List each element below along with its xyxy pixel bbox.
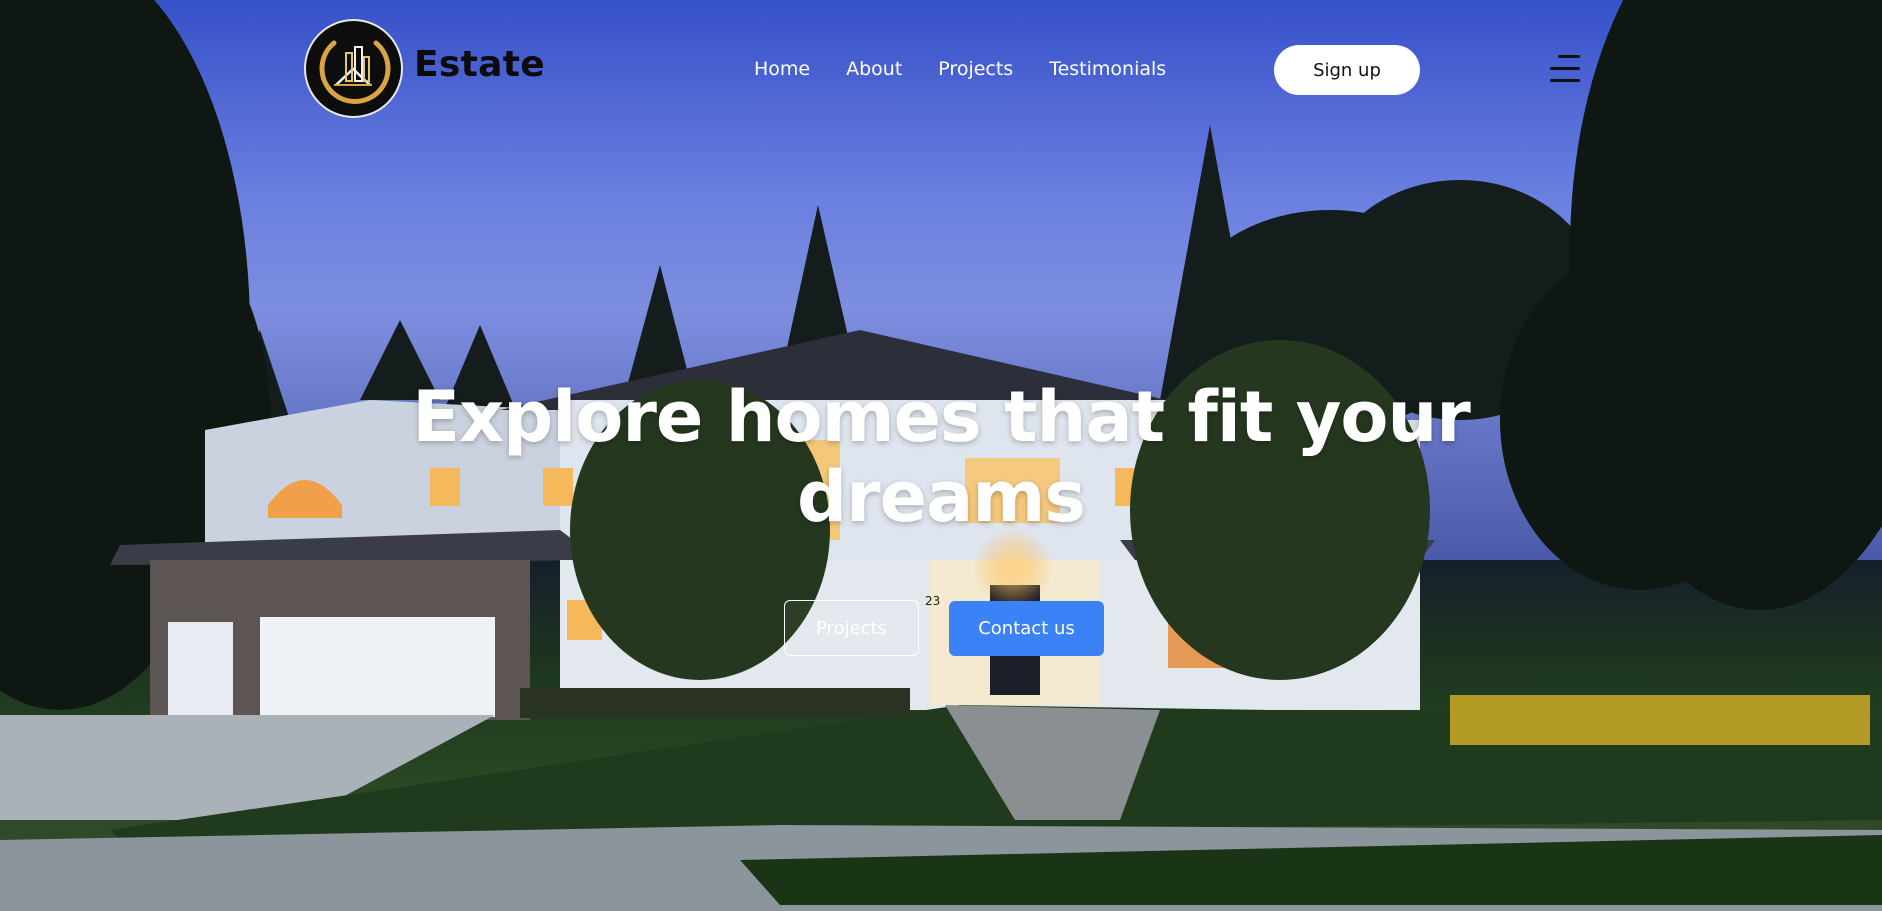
contact-us-button[interactable]: Contact us: [949, 601, 1104, 656]
sign-up-button[interactable]: Sign up: [1274, 45, 1420, 95]
nav-link-testimonials[interactable]: Testimonials: [1049, 58, 1166, 80]
hamburger-menu-icon[interactable]: [1550, 55, 1580, 83]
hero-headline-line-1: Explore homes that fit your: [412, 376, 1471, 458]
brand-name: Estate: [414, 44, 545, 85]
house-number: 23: [925, 594, 940, 608]
nav-link-about[interactable]: About: [846, 58, 902, 80]
nav-link-projects[interactable]: Projects: [938, 58, 1013, 80]
main-menu: Home About Projects Testimonials: [754, 58, 1166, 80]
nav-link-home[interactable]: Home: [754, 58, 810, 80]
top-navigation: Estate Home About Projects Testimonials …: [0, 0, 1882, 140]
logo[interactable]: [304, 19, 403, 118]
hero-headline-line-2: dreams: [797, 456, 1086, 538]
hero-section: 23 Estate Home About Projects Testimonia…: [0, 0, 1882, 911]
house-building-logo-icon: [319, 40, 391, 104]
projects-button[interactable]: Projects: [784, 600, 919, 656]
hero-headline: Explore homes that fit your dreams: [391, 377, 1491, 537]
